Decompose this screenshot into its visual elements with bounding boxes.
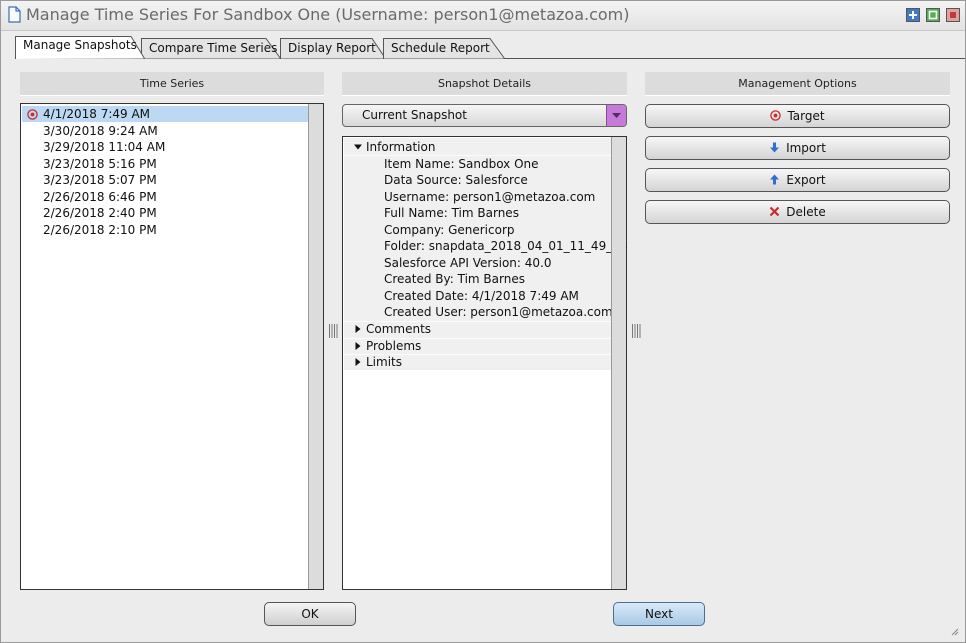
arrow-down-icon <box>770 142 780 153</box>
caret-down-icon[interactable] <box>353 142 363 152</box>
list-item-label: 2/26/2018 6:46 PM <box>43 189 157 204</box>
ok-button[interactable]: OK <box>264 602 356 626</box>
target-button[interactable]: Target <box>645 104 950 128</box>
splitter-handle-icon[interactable] <box>328 323 338 339</box>
target-icon <box>27 109 38 120</box>
plus-icon <box>909 11 917 19</box>
tab-label: Display Report <box>288 41 376 55</box>
list-item[interactable]: 4/1/2018 7:49 AM <box>22 106 308 122</box>
next-button[interactable]: Next <box>613 602 705 626</box>
delete-button-label: Delete <box>786 205 826 219</box>
time-series-list[interactable]: 4/1/2018 7:49 AM 3/30/2018 9:24 AM 3/29/… <box>20 103 324 590</box>
list-item-label: 2/26/2018 2:40 PM <box>43 206 157 220</box>
list-item-label: 2/26/2018 2:10 PM <box>43 222 157 237</box>
list-item[interactable]: 3/23/2018 5:07 PM <box>22 172 308 188</box>
x-icon <box>770 206 780 217</box>
window-title: Manage Time Series For Sandbox One (User… <box>26 5 630 24</box>
info-field: Created By: Tim Barnes <box>384 272 525 286</box>
tree-node-comments[interactable]: Comments <box>366 321 431 337</box>
snapshot-details-header: Snapshot Details <box>342 72 627 96</box>
details-scrollbar[interactable] <box>611 137 626 589</box>
info-field: Folder: snapdata_2018_04_01_11_49_43 <box>384 239 628 253</box>
resize-grip-icon[interactable] <box>949 626 959 636</box>
tree-node-problems[interactable]: Problems <box>366 338 421 354</box>
time-series-header: Time Series <box>20 72 324 96</box>
snapshot-details-tree[interactable]: Information Item Name: Sandbox One Data … <box>342 136 627 590</box>
tab-label: Schedule Report <box>391 41 490 55</box>
restore-button[interactable] <box>926 8 940 22</box>
info-field: Created Date: 4/1/2018 7:49 AM <box>384 288 579 303</box>
delete-button[interactable]: Delete <box>645 200 950 224</box>
list-item-label: 3/29/2018 11:04 AM <box>43 140 166 154</box>
tab-manage-snapshots[interactable]: Manage Snapshots <box>15 36 145 59</box>
info-field: Company: Genericorp <box>384 222 515 237</box>
info-field: Item Name: Sandbox One <box>384 156 539 171</box>
arrow-up-icon <box>770 174 780 185</box>
list-item-label: 3/23/2018 5:07 PM <box>43 173 157 187</box>
caret-right-icon[interactable] <box>353 324 363 334</box>
list-item-label: 3/23/2018 5:16 PM <box>43 156 157 171</box>
splitter-handle-icon[interactable] <box>631 323 641 339</box>
list-item[interactable]: 2/26/2018 2:40 PM <box>22 205 308 221</box>
info-field: Data Source: Salesforce <box>384 173 528 187</box>
tab-label: Manage Snapshots <box>23 38 137 52</box>
import-button-label: Import <box>786 141 826 155</box>
export-button[interactable]: Export <box>645 168 950 192</box>
list-item[interactable]: 3/29/2018 11:04 AM <box>22 139 308 155</box>
list-item[interactable]: 2/26/2018 6:46 PM <box>22 189 308 205</box>
tree-node-information[interactable]: Information <box>366 139 435 155</box>
list-item-label: 4/1/2018 7:49 AM <box>43 107 151 121</box>
square-icon <box>928 10 938 20</box>
caret-right-icon[interactable] <box>353 357 363 367</box>
list-item[interactable]: 3/23/2018 5:16 PM <box>22 156 308 172</box>
tab-schedule-report[interactable]: Schedule Report <box>383 38 505 59</box>
info-field: Created User: person1@metazoa.com <box>384 305 613 319</box>
tree-node-limits[interactable]: Limits <box>366 354 402 370</box>
tab-label: Compare Time Series <box>149 41 278 55</box>
chevron-down-icon <box>612 113 621 118</box>
dropdown-button[interactable] <box>606 105 626 126</box>
info-field: Username: person1@metazoa.com <box>384 189 596 204</box>
info-field: Full Name: Tim Barnes <box>384 206 519 220</box>
time-series-scrollbar[interactable] <box>308 104 323 589</box>
close-button[interactable] <box>946 8 960 22</box>
target-icon <box>770 110 782 121</box>
tab-compare-time-series[interactable]: Compare Time Series <box>141 38 281 59</box>
info-field: Salesforce API Version: 40.0 <box>384 255 552 270</box>
dialog-window: Manage Time Series For Sandbox One (User… <box>0 0 966 643</box>
target-button-label: Target <box>787 109 825 123</box>
close-icon <box>950 12 956 18</box>
tab-display-report[interactable]: Display Report <box>280 38 386 59</box>
snapshot-select[interactable]: Current Snapshot <box>342 104 627 127</box>
export-button-label: Export <box>786 173 826 187</box>
snapshot-select-value: Current Snapshot <box>362 108 467 122</box>
caret-right-icon[interactable] <box>353 341 363 351</box>
management-options-header: Management Options <box>645 72 950 96</box>
title-bar[interactable]: Manage Time Series For Sandbox One (User… <box>1 1 965 31</box>
list-item[interactable]: 2/26/2018 2:10 PM <box>22 222 308 238</box>
import-button[interactable]: Import <box>645 136 950 160</box>
list-item[interactable]: 3/30/2018 9:24 AM <box>22 123 308 139</box>
document-icon <box>8 6 21 23</box>
tree-content: Information Item Name: Sandbox One Data … <box>344 138 627 370</box>
maximize-button[interactable] <box>906 8 920 22</box>
list-item-label: 3/30/2018 9:24 AM <box>43 123 158 138</box>
